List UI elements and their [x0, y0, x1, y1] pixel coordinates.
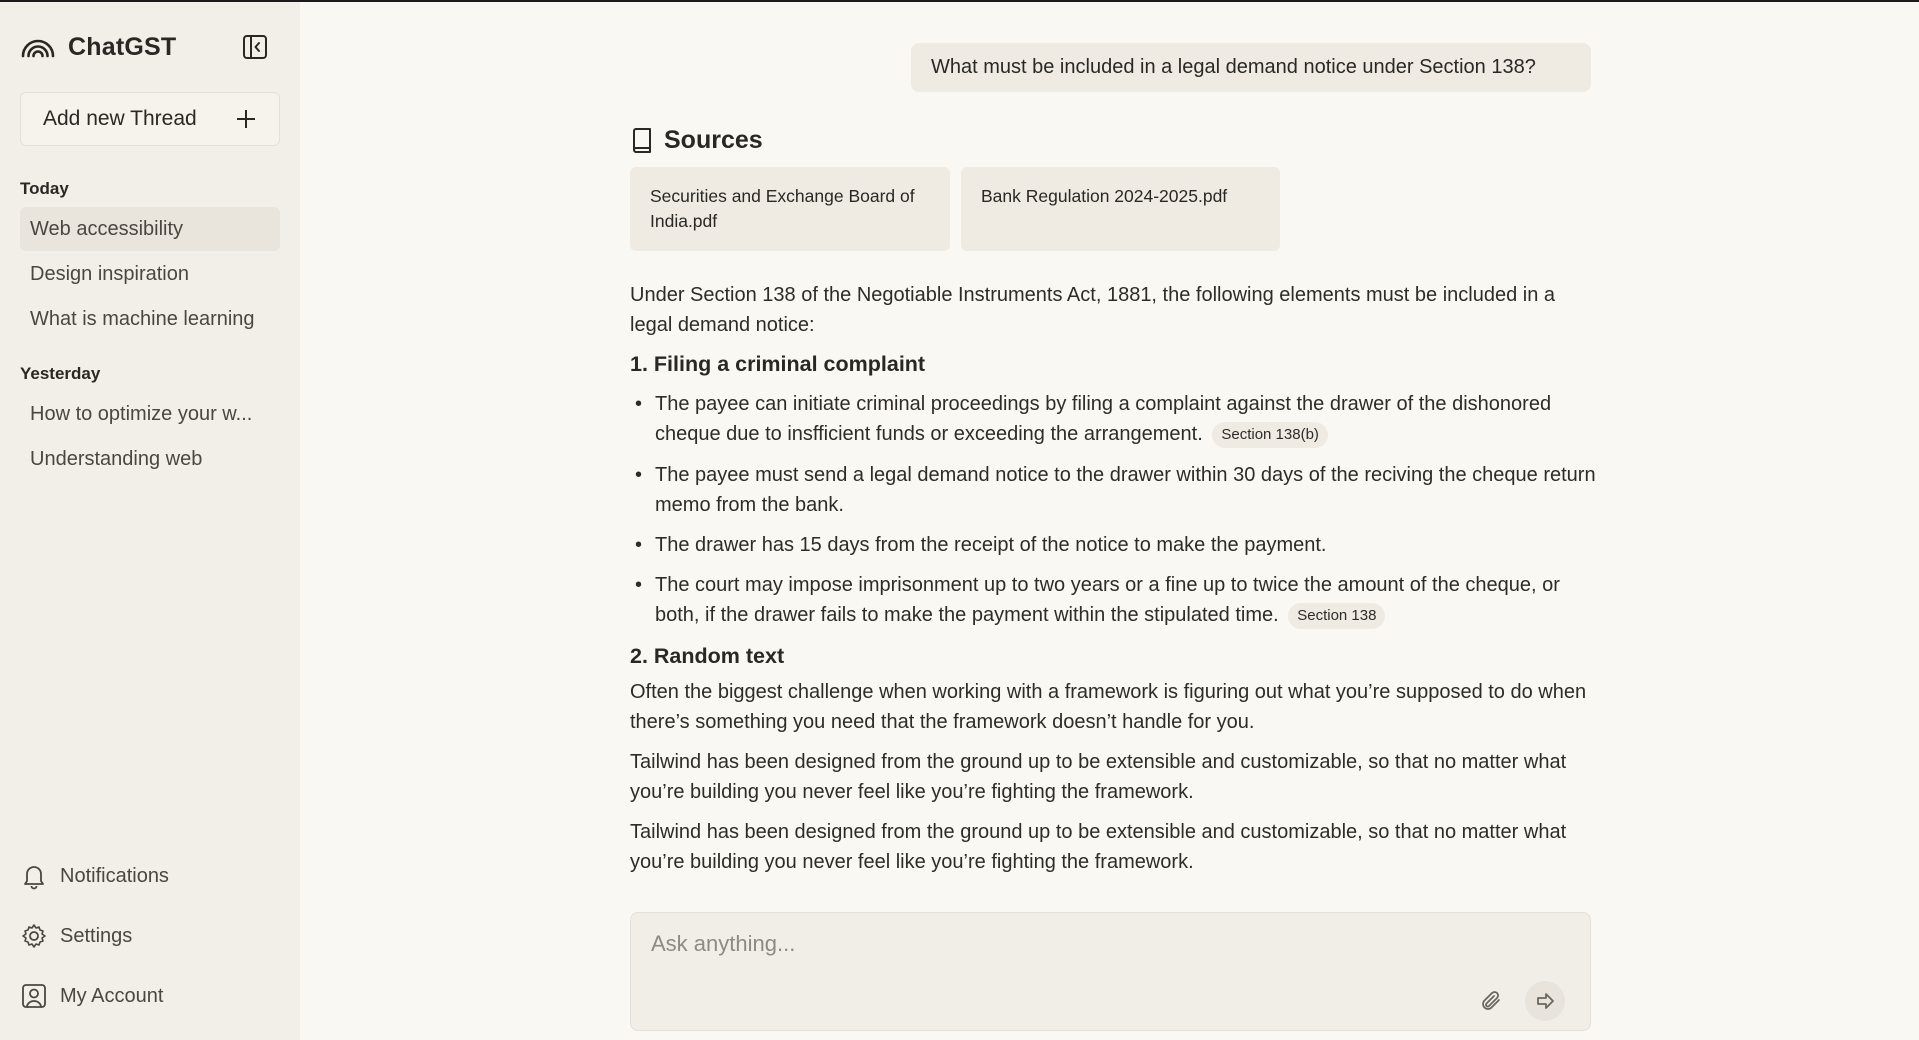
list-item: The payee can initiate criminal proceedi… [630, 389, 1600, 449]
rainbow-arcs-icon [21, 39, 55, 58]
source-name: Securities and Exchange Board of India.p… [650, 186, 915, 231]
settings-link[interactable]: Settings [20, 916, 132, 956]
bullet-list: The payee can initiate criminal proceedi… [630, 389, 1600, 630]
sources-title: Sources [664, 125, 763, 154]
brand: ChatGST [20, 30, 176, 64]
thread-item-optimize[interactable]: How to optimize your w... [20, 392, 280, 436]
group-title-today: Today [20, 179, 69, 198]
paperclip-icon [1482, 991, 1500, 1010]
ask-input[interactable] [651, 931, 1531, 971]
thread-item-machine-learning[interactable]: What is machine learning [20, 297, 280, 341]
answer-paragraph: Tailwind has been designed from the grou… [630, 751, 1567, 803]
settings-label: Settings [60, 924, 133, 947]
bell-icon [24, 866, 44, 890]
forward-arrow-icon [1537, 993, 1554, 1009]
section-heading: 2. Random text [630, 644, 785, 668]
my-account-link[interactable]: My Account [20, 976, 163, 1016]
source-name: Bank Regulation 2024-2025.pdf [981, 186, 1228, 206]
window-top-border [0, 0, 1919, 2]
sources-header: Sources [630, 122, 763, 158]
answer-paragraph: Tailwind has been designed from the grou… [630, 821, 1567, 873]
bullet-text: The drawer has 15 days from the receipt … [655, 534, 1327, 556]
my-account-label: My Account [60, 984, 164, 1007]
source-card[interactable]: Securities and Exchange Board of India.p… [630, 167, 950, 251]
answer-intro: Under Section 138 of the Negotiable Inst… [630, 284, 1555, 336]
bullet-text: The payee can initiate criminal proceedi… [655, 393, 1552, 445]
app-shell: ChatGST Add new Thread Today Web accessi… [0, 0, 1919, 1040]
user-message-bubble: What must be included in a legal demand … [911, 43, 1591, 92]
bullet-text: The payee must send a legal demand notic… [655, 464, 1596, 516]
citation-chip[interactable]: Section 138 [1288, 603, 1386, 629]
thread-item-understanding-web[interactable]: Understanding web [20, 437, 280, 481]
citation-chip[interactable]: Section 138(b) [1212, 422, 1328, 448]
plus-icon [237, 110, 255, 128]
answer-paragraph: Often the biggest challenge when working… [630, 681, 1587, 733]
user-square-icon [22, 984, 46, 1008]
list-item: The court may impose imprisonment up to … [630, 570, 1600, 630]
send-button[interactable] [1525, 981, 1565, 1021]
app-name: ChatGST [68, 32, 177, 61]
collapse-sidebar-button[interactable] [240, 32, 270, 62]
notifications-label: Notifications [60, 864, 169, 887]
source-card[interactable]: Bank Regulation 2024-2025.pdf [961, 167, 1280, 251]
list-item: The drawer has 15 days from the receipt … [630, 530, 1600, 560]
sidebar: ChatGST Add new Thread Today Web accessi… [0, 0, 300, 1040]
thread-item-web-accessibility[interactable]: Web accessibility [20, 207, 280, 251]
attach-button[interactable] [1473, 983, 1509, 1019]
gear-icon [22, 924, 46, 948]
sidebar-collapse-icon [243, 35, 267, 59]
add-new-thread-button[interactable]: Add new Thread [20, 92, 280, 146]
chat-main: What must be included in a legal demand … [300, 0, 1919, 1040]
assistant-answer: Under Section 138 of the Negotiable Inst… [630, 280, 1600, 877]
group-title-yesterday: Yesterday [20, 364, 101, 383]
composer [630, 912, 1591, 1031]
section-heading: 1. Filing a criminal complaint [630, 352, 926, 376]
book-icon [633, 128, 651, 153]
thread-item-design-inspiration[interactable]: Design inspiration [20, 252, 280, 296]
notifications-link[interactable]: Notifications [20, 856, 169, 896]
add-new-thread-label: Add new Thread [43, 107, 197, 130]
bullet-text: The court may impose imprisonment up to … [655, 574, 1560, 626]
list-item: The payee must send a legal demand notic… [630, 460, 1600, 520]
